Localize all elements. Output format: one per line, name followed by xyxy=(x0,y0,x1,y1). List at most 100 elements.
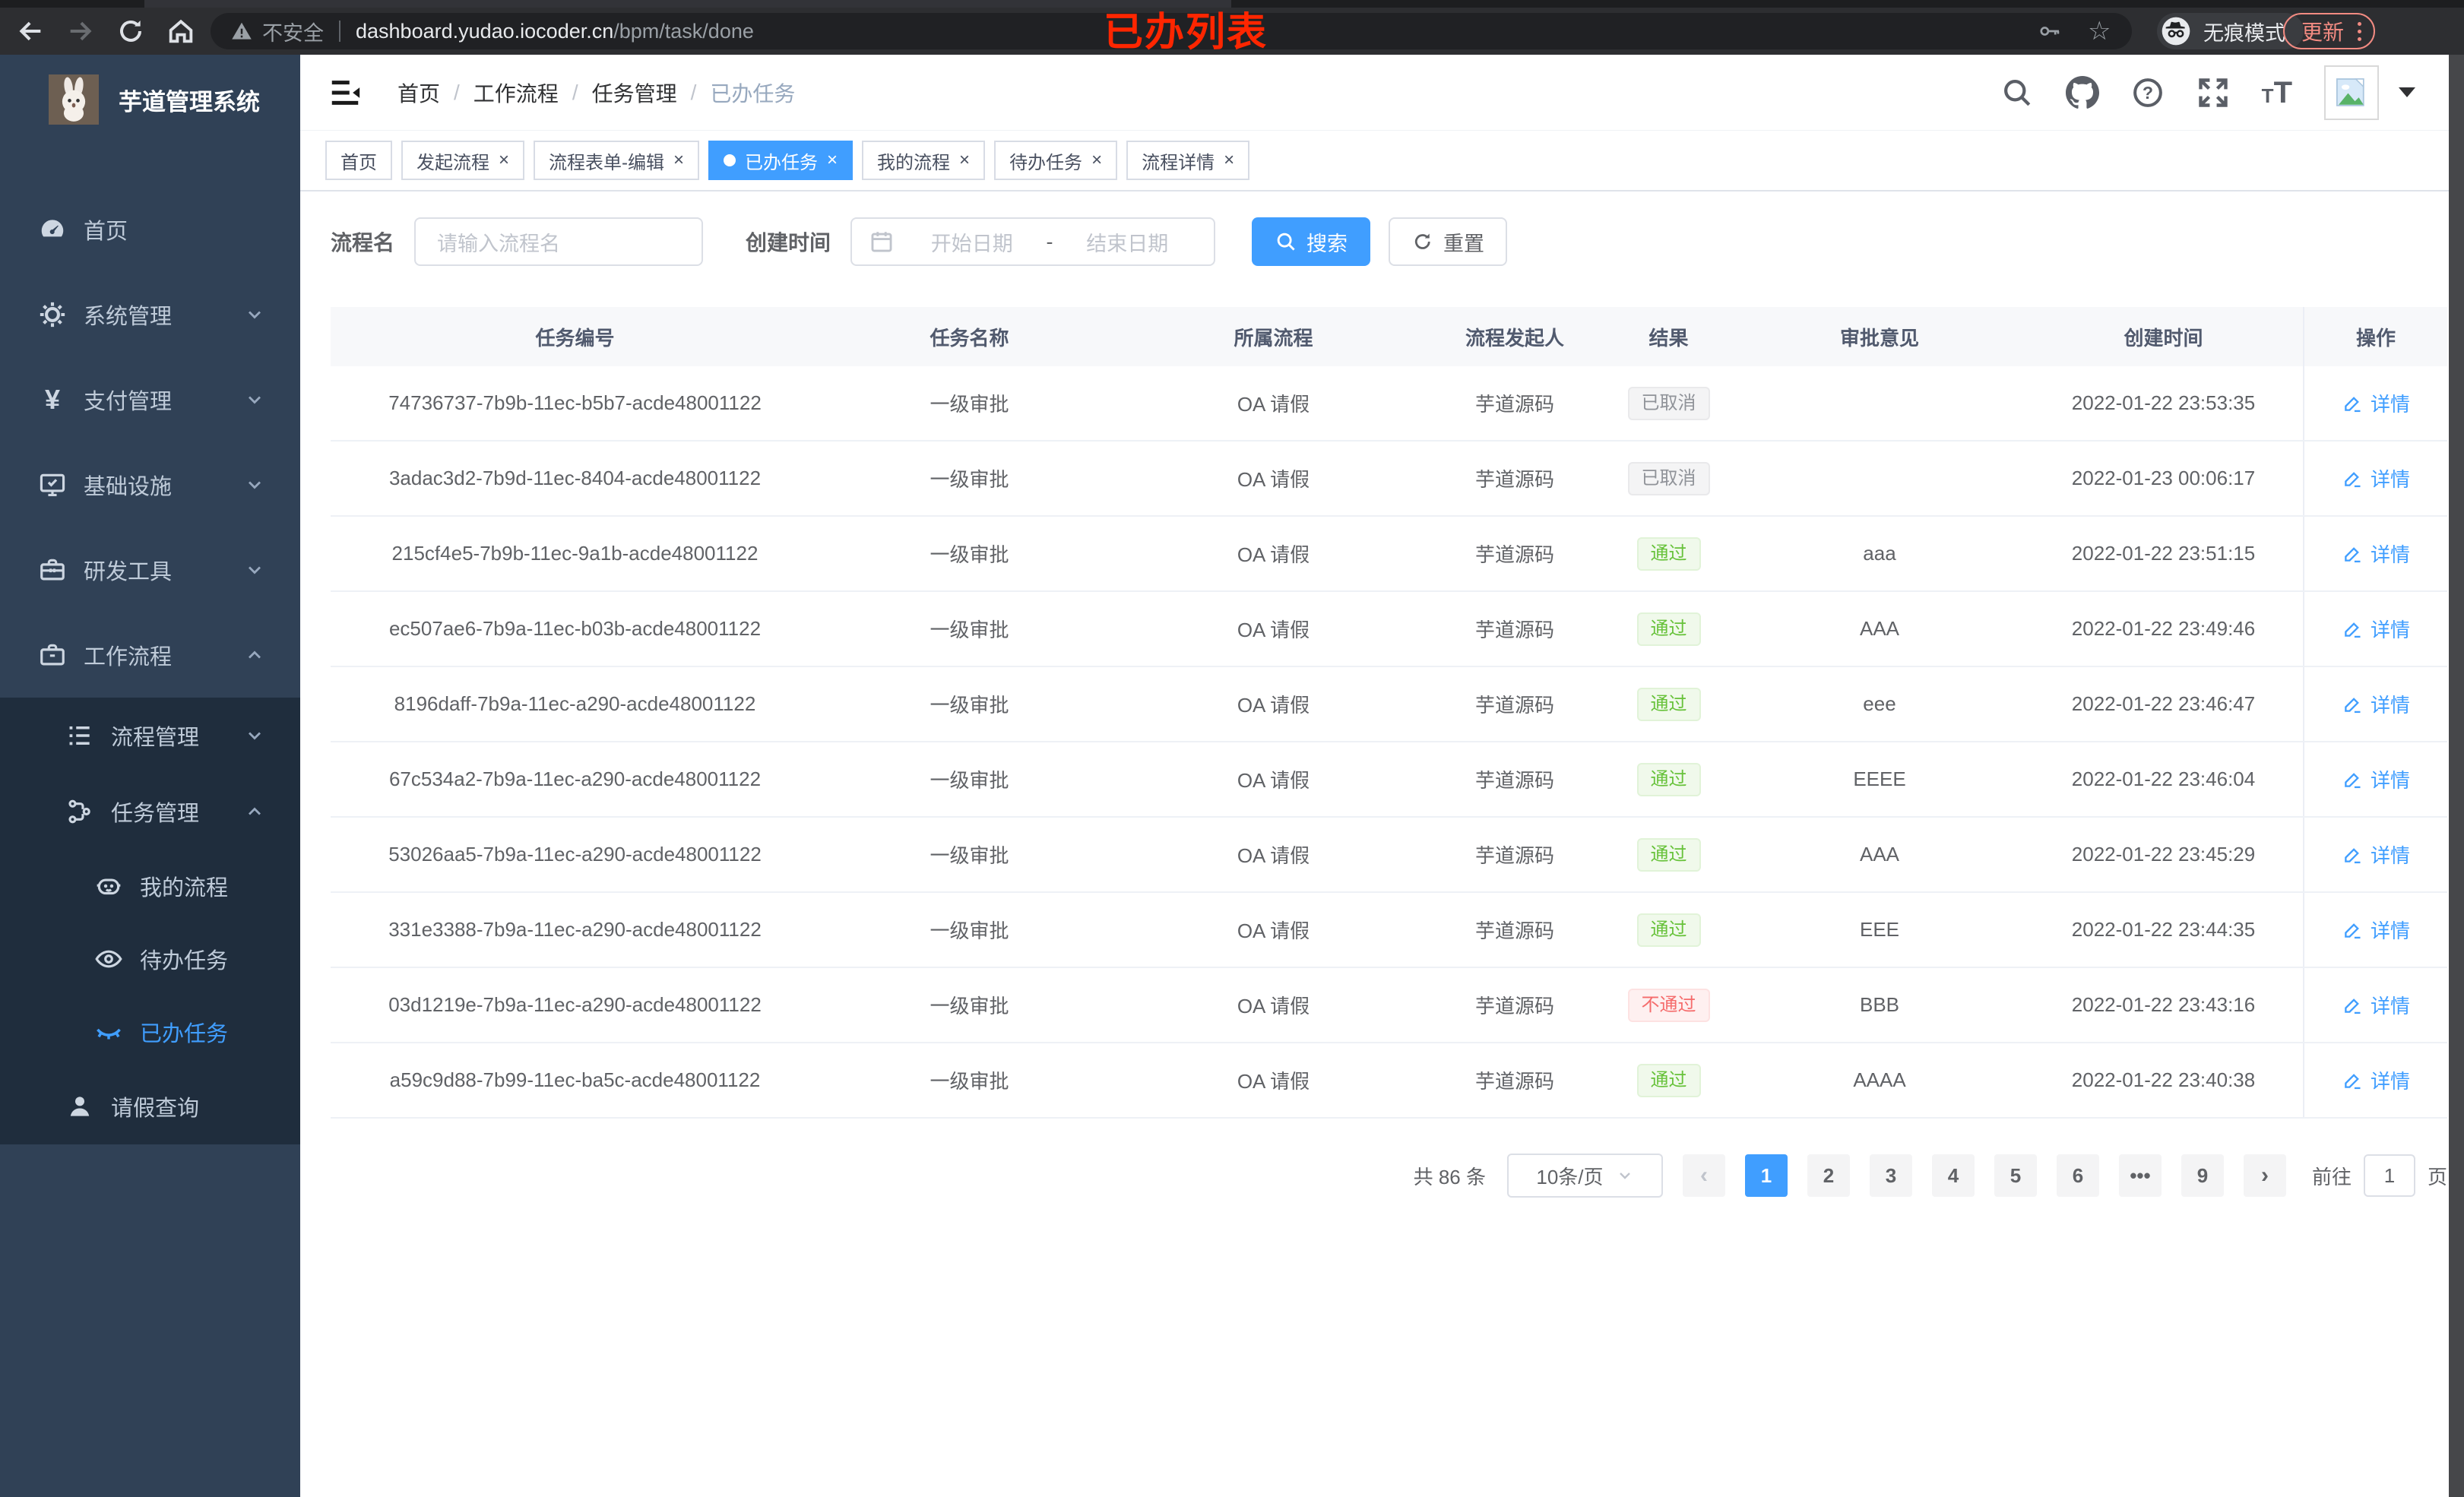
detail-link[interactable]: 详情 xyxy=(2342,389,2410,417)
next-page-button[interactable]: › xyxy=(2243,1154,2286,1197)
process-name-input[interactable]: 请输入流程名 xyxy=(414,217,704,266)
sidebar-item-首页[interactable]: 首页 xyxy=(0,187,300,272)
close-tab-icon[interactable]: × xyxy=(1091,151,1102,169)
sidebar-item-任务管理[interactable]: 任务管理 xyxy=(0,774,300,850)
page-size-select[interactable]: 10条/页 xyxy=(1506,1154,1663,1198)
close-tab-icon[interactable]: × xyxy=(673,151,684,169)
detail-link[interactable]: 详情 xyxy=(2342,991,2410,1019)
detail-link[interactable]: 详情 xyxy=(2342,840,2410,869)
sidebar-item-基础设施[interactable]: 基础设施 xyxy=(0,442,300,527)
comment-cell: EEEE xyxy=(1853,767,1906,790)
tab-流程详情[interactable]: 流程详情 × xyxy=(1126,141,1250,180)
sidebar-item-工作流程[interactable]: 工作流程 xyxy=(0,612,300,698)
sidebar-item-支付管理[interactable]: ¥ 支付管理 xyxy=(0,357,300,442)
reload-icon[interactable] xyxy=(116,16,146,46)
sidebar-item-请假查询[interactable]: 请假查询 xyxy=(0,1068,300,1144)
more-pages-button[interactable]: ••• xyxy=(2118,1154,2162,1197)
sidebar-item-研发工具[interactable]: 研发工具 xyxy=(0,527,300,612)
process-cell: OA 请假 xyxy=(1237,1070,1310,1093)
sidebar-collapse-icon[interactable] xyxy=(328,75,363,110)
comment-cell xyxy=(1735,366,2024,440)
breadcrumb-item-任务管理[interactable]: 任务管理 xyxy=(592,78,677,108)
actions-cell: 详情 xyxy=(2303,366,2447,440)
avatar[interactable] xyxy=(2324,65,2379,120)
done-task-table: 任务编号 任务名称 所属流程 流程发起人 结果 审批意见 创建时间 操作 74736737-7… xyxy=(331,307,2447,1119)
start-date-placeholder[interactable]: 开始日期 xyxy=(902,227,1042,257)
result-cell: 通过 xyxy=(1602,667,1735,741)
detail-link[interactable]: 详情 xyxy=(2342,615,2410,643)
sidebar-item-已办任务[interactable]: 已办任务 xyxy=(0,995,300,1068)
detail-link[interactable]: 详情 xyxy=(2342,765,2410,793)
page-button-6[interactable]: 6 xyxy=(2056,1154,2099,1197)
tab-我的流程[interactable]: 我的流程 × xyxy=(862,141,986,180)
tab-首页[interactable]: 首页 xyxy=(325,141,392,180)
page-button-3[interactable]: 3 xyxy=(1869,1154,1912,1197)
security-label[interactable]: 不安全 xyxy=(262,17,324,46)
browser-update-button[interactable]: 更新 xyxy=(2283,13,2376,49)
breadcrumb-item-工作流程[interactable]: 工作流程 xyxy=(473,78,559,108)
sidebar-item-系统管理[interactable]: 系统管理 xyxy=(0,272,300,357)
process-name-placeholder: 请输入流程名 xyxy=(437,232,561,255)
page-unit-label: 页 xyxy=(2427,1165,2447,1188)
eye-open-icon xyxy=(94,945,123,973)
task-name-cell: 一级审批 xyxy=(930,694,1009,717)
close-tab-icon[interactable]: × xyxy=(499,151,509,169)
search-button-label: 搜索 xyxy=(1306,232,1348,255)
bookmark-star-icon[interactable]: ☆ xyxy=(2088,18,2112,44)
detail-link[interactable]: 详情 xyxy=(2342,1066,2410,1094)
result-cell: 通过 xyxy=(1602,818,1735,891)
tab-已办任务[interactable]: 已办任务 × xyxy=(708,141,854,180)
close-tab-icon[interactable]: × xyxy=(959,151,970,169)
status-badge: 通过 xyxy=(1636,762,1701,796)
eye-closed-icon xyxy=(94,1018,123,1046)
browser-menu-icon[interactable] xyxy=(2358,21,2362,41)
github-icon[interactable] xyxy=(2065,75,2099,109)
page-button-4[interactable]: 4 xyxy=(1931,1154,1975,1197)
sidebar: 芋道管理系统 首页 系统管理 ¥ 支付管理 基础设施 研发工具 工作流程 流程管理… xyxy=(0,55,300,1497)
actions-cell: 详情 xyxy=(2303,517,2447,590)
url-host: dashboard.yudao.iocoder.cn xyxy=(356,19,614,43)
table-row: 53026aa5-7b9a-11ec-a290-acde48001122 一级审批… xyxy=(331,818,2447,893)
not-secure-warning-icon[interactable] xyxy=(230,20,253,43)
sidebar-item-流程管理[interactable]: 流程管理 xyxy=(0,698,300,774)
sidebar-item-我的流程[interactable]: 我的流程 xyxy=(0,850,300,923)
tab-待办任务[interactable]: 待办任务 × xyxy=(994,141,1118,180)
font-size-icon[interactable]: TT xyxy=(2262,78,2292,108)
forward-icon[interactable] xyxy=(65,16,96,46)
close-tab-icon[interactable]: × xyxy=(1224,151,1234,169)
page-button-2[interactable]: 2 xyxy=(1807,1154,1850,1197)
page-button-1[interactable]: 1 xyxy=(1744,1154,1788,1197)
detail-link[interactable]: 详情 xyxy=(2342,540,2410,568)
app-logo xyxy=(49,74,99,125)
prev-page-button[interactable]: ‹ xyxy=(1682,1154,1725,1197)
goto-page-input[interactable] xyxy=(2363,1154,2415,1197)
date-range-input[interactable]: 开始日期 - 结束日期 xyxy=(850,217,1216,266)
avatar-caret-icon[interactable] xyxy=(2399,87,2415,97)
back-icon[interactable] xyxy=(15,16,46,46)
password-key-icon[interactable] xyxy=(2038,19,2062,43)
browser-active-tab[interactable] xyxy=(144,0,1231,8)
status-badge: 通过 xyxy=(1636,687,1701,721)
search-button[interactable]: 搜索 xyxy=(1252,217,1371,266)
incognito-label: 无痕模式 xyxy=(2203,21,2285,45)
home-icon[interactable] xyxy=(166,16,196,46)
detail-link[interactable]: 详情 xyxy=(2342,916,2410,944)
window-scrollbar[interactable] xyxy=(2449,55,2464,1497)
help-icon[interactable]: ? xyxy=(2131,76,2165,109)
close-tab-icon[interactable]: × xyxy=(827,151,838,169)
search-icon[interactable] xyxy=(2000,76,2034,109)
page-button-9[interactable]: 9 xyxy=(2181,1154,2224,1197)
sidebar-item-待办任务[interactable]: 待办任务 xyxy=(0,923,300,995)
tab-发起流程[interactable]: 发起流程 × xyxy=(401,141,525,180)
detail-link[interactable]: 详情 xyxy=(2342,690,2410,718)
end-date-placeholder[interactable]: 结束日期 xyxy=(1058,227,1198,257)
reset-button[interactable]: 重置 xyxy=(1389,217,1508,266)
detail-link[interactable]: 详情 xyxy=(2342,464,2410,492)
result-cell: 通过 xyxy=(1602,517,1735,590)
app-logo-row[interactable]: 芋道管理系统 xyxy=(0,55,300,144)
page-button-5[interactable]: 5 xyxy=(1994,1154,2037,1197)
fullscreen-icon[interactable] xyxy=(2196,76,2230,109)
tab-流程表单-编辑[interactable]: 流程表单-编辑 × xyxy=(534,141,700,180)
breadcrumb-item-首页[interactable]: 首页 xyxy=(397,78,440,108)
process-cell: OA 请假 xyxy=(1237,619,1310,641)
